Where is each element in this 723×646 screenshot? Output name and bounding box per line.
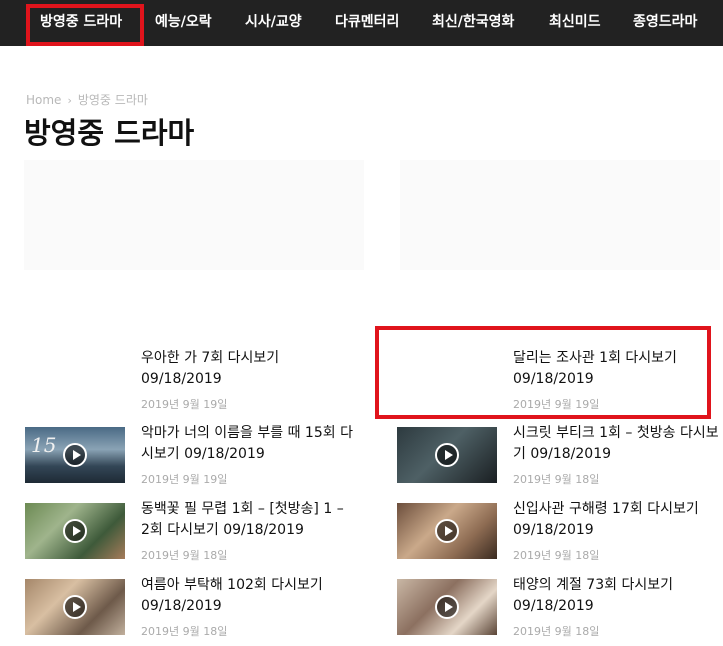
play-icon	[435, 443, 459, 467]
featured-slot-1[interactable]	[24, 160, 364, 270]
post-title-link[interactable]: 시크릿 부티크 1회 – 첫방송 다시보기 09/18/2019	[513, 423, 723, 465]
page-title: 방영중 드라마	[24, 116, 195, 150]
post-date: 2019년 9월 18일	[141, 549, 228, 562]
post-title-link[interactable]: 태양의 계절 73회 다시보기 09/18/2019	[513, 575, 723, 617]
post-date: 2019년 9월 18일	[513, 473, 600, 486]
post-thumbnail[interactable]	[397, 503, 497, 559]
post-title-link[interactable]: 신입사관 구해령 17회 다시보기 09/18/2019	[513, 499, 723, 541]
nav-item-us-drama[interactable]: 최신미드	[549, 0, 601, 46]
post-thumbnail[interactable]	[397, 352, 497, 408]
nav-item-variety[interactable]: 예능/오락	[155, 0, 212, 46]
post-title-link[interactable]: 악마가 너의 이름을 부를 때 15회 다시보기 09/18/2019	[141, 423, 355, 465]
post-thumbnail[interactable]	[25, 352, 125, 408]
thumbnail-episode-number: 15	[31, 433, 57, 457]
breadcrumb-separator: ›	[67, 94, 72, 107]
nav-item-current-drama[interactable]: 방영중 드라마	[40, 0, 122, 46]
list-item: 달리는 조사관 1회 다시보기 09/18/2019 2019년 9월 19일	[397, 350, 723, 420]
list-item: 동백꽃 필 무렵 1회 – [첫방송] 1 – 2회 다시보기 09/18/20…	[25, 501, 355, 571]
list-item: 여름아 부탁해 102회 다시보기 09/18/2019 2019년 9월 18…	[25, 577, 355, 646]
post-title-link[interactable]: 달리는 조사관 1회 다시보기 09/18/2019	[513, 348, 723, 390]
list-item: 우아한 가 7회 다시보기 09/18/2019 2019년 9월 19일	[25, 350, 355, 420]
nav-item-ended-drama[interactable]: 종영드라마	[633, 0, 697, 46]
post-date: 2019년 9월 19일	[513, 398, 600, 411]
breadcrumb-home-link[interactable]: Home	[26, 93, 61, 107]
post-thumbnail[interactable]	[25, 503, 125, 559]
post-date: 2019년 9월 18일	[513, 625, 600, 638]
top-nav: 방영중 드라마 예능/오락 시사/교양 다큐멘터리 최신/한국영화 최신미드 종…	[0, 0, 723, 46]
nav-item-korean-movies[interactable]: 최신/한국영화	[432, 0, 514, 46]
post-thumbnail[interactable]	[397, 427, 497, 483]
play-icon	[63, 519, 87, 543]
post-title-link[interactable]: 우아한 가 7회 다시보기 09/18/2019	[141, 348, 355, 390]
post-date: 2019년 9월 18일	[141, 625, 228, 638]
post-thumbnail[interactable]: 15	[25, 427, 125, 483]
nav-item-documentary[interactable]: 다큐멘터리	[335, 0, 399, 46]
post-date: 2019년 9월 19일	[141, 398, 228, 411]
nav-item-current-affairs[interactable]: 시사/교양	[245, 0, 302, 46]
list-item: 시크릿 부티크 1회 – 첫방송 다시보기 09/18/2019 2019년 9…	[397, 425, 723, 495]
breadcrumb: Home › 방영중 드라마	[26, 91, 148, 108]
post-date: 2019년 9월 18일	[513, 549, 600, 562]
post-thumbnail[interactable]	[397, 579, 497, 635]
list-item: 15 악마가 너의 이름을 부를 때 15회 다시보기 09/18/2019 2…	[25, 425, 355, 495]
play-icon	[435, 519, 459, 543]
post-title-link[interactable]: 여름아 부탁해 102회 다시보기 09/18/2019	[141, 575, 355, 617]
featured-slot-2[interactable]	[400, 160, 720, 270]
play-icon	[63, 443, 87, 467]
post-title-link[interactable]: 동백꽃 필 무렵 1회 – [첫방송] 1 – 2회 다시보기 09/18/20…	[141, 499, 355, 541]
post-date: 2019년 9월 19일	[141, 473, 228, 486]
post-thumbnail[interactable]	[25, 579, 125, 635]
list-item: 신입사관 구해령 17회 다시보기 09/18/2019 2019년 9월 18…	[397, 501, 723, 571]
play-icon	[435, 595, 459, 619]
list-item: 태양의 계절 73회 다시보기 09/18/2019 2019년 9월 18일	[397, 577, 723, 646]
play-icon	[63, 595, 87, 619]
breadcrumb-current: 방영중 드라마	[77, 93, 148, 107]
